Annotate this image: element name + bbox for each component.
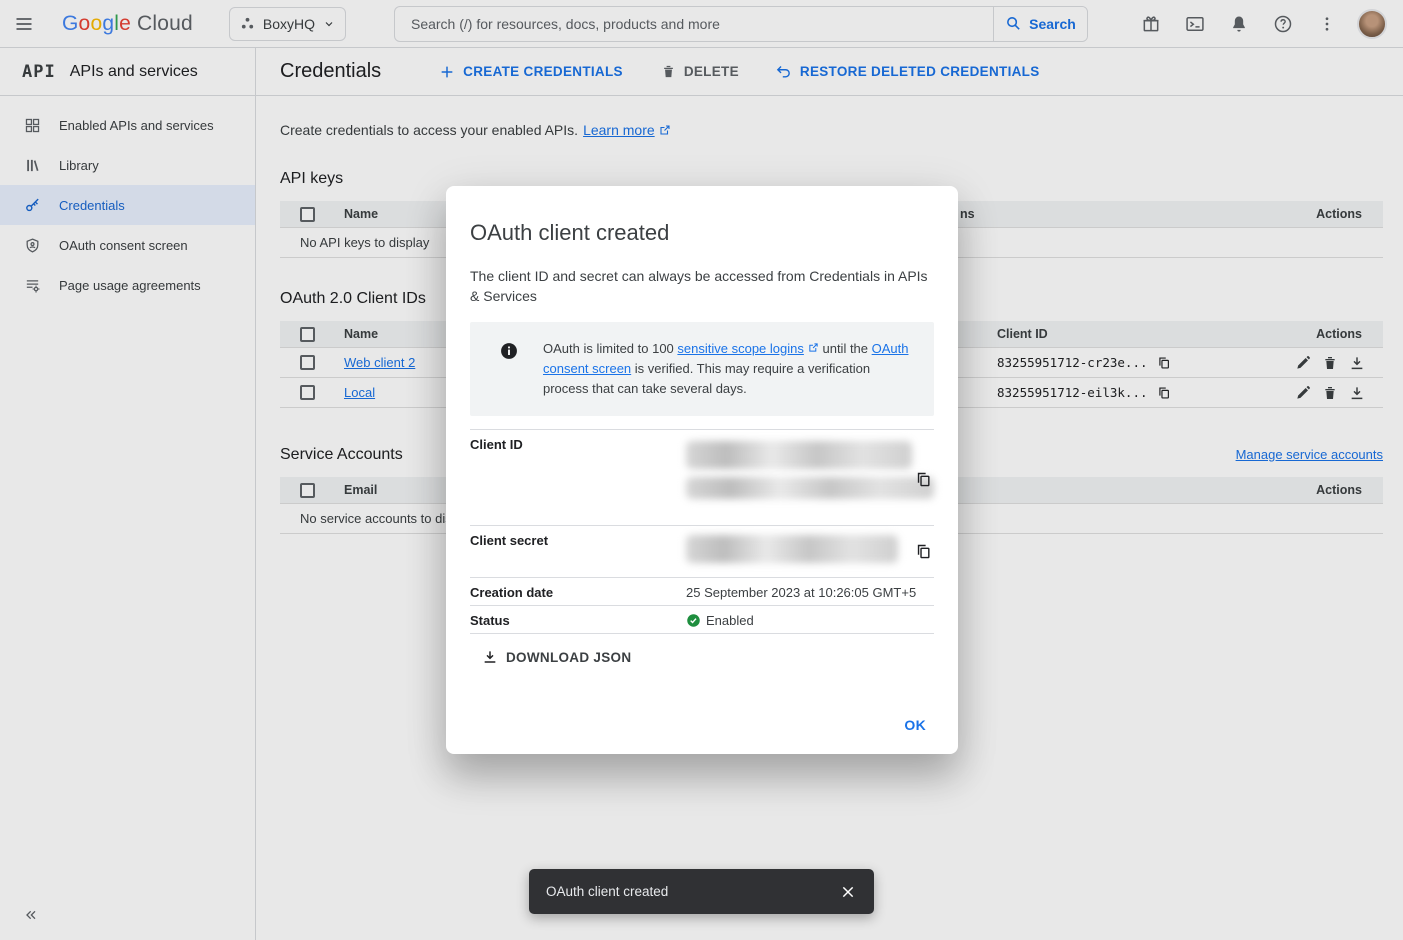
oauth-limit-info-box: OAuth is limited to 100 sensitive scope …: [470, 322, 934, 416]
client-secret-label: Client secret: [470, 531, 686, 572]
redacted-client-id-line: [686, 441, 912, 469]
snackbar-message: OAuth client created: [529, 884, 668, 899]
sensitive-scope-logins-link[interactable]: sensitive scope logins: [677, 341, 803, 356]
dialog-title: OAuth client created: [470, 220, 934, 246]
ok-button[interactable]: OK: [898, 709, 932, 741]
oauth-client-created-dialog: OAuth client created The client ID and s…: [446, 186, 958, 754]
info-icon: [499, 339, 519, 361]
status-label: Status: [470, 611, 686, 628]
status-row: Status Enabled: [470, 605, 934, 634]
download-json-button[interactable]: DOWNLOAD JSON: [482, 649, 631, 665]
snackbar: OAuth client created: [529, 869, 874, 914]
creation-date-value: 25 September 2023 at 10:26:05 GMT+5: [686, 583, 934, 600]
close-icon: [840, 884, 856, 900]
download-icon: [482, 649, 498, 665]
redacted-client-id-line: [686, 477, 934, 499]
creation-date-label: Creation date: [470, 583, 686, 600]
redacted-client-secret-line: [686, 535, 898, 563]
snackbar-close-button[interactable]: [830, 874, 866, 910]
copy-icon[interactable]: [915, 543, 932, 560]
external-link-icon: [808, 342, 819, 353]
check-circle-icon: [686, 613, 701, 628]
client-secret-value-redacted: [686, 531, 934, 572]
client-id-row: Client ID: [470, 429, 934, 525]
copy-icon[interactable]: [915, 471, 932, 488]
client-id-value-redacted: [686, 435, 934, 520]
info-text: OAuth is limited to 100 sensitive scope …: [543, 339, 918, 399]
status-value: Enabled: [686, 611, 934, 628]
dialog-description: The client ID and secret can always be a…: [470, 266, 934, 306]
client-id-label: Client ID: [470, 435, 686, 520]
dialog-details: Client ID Client secret Creation date 25…: [470, 429, 934, 634]
creation-date-row: Creation date 25 September 2023 at 10:26…: [470, 577, 934, 605]
client-secret-row: Client secret: [470, 525, 934, 577]
